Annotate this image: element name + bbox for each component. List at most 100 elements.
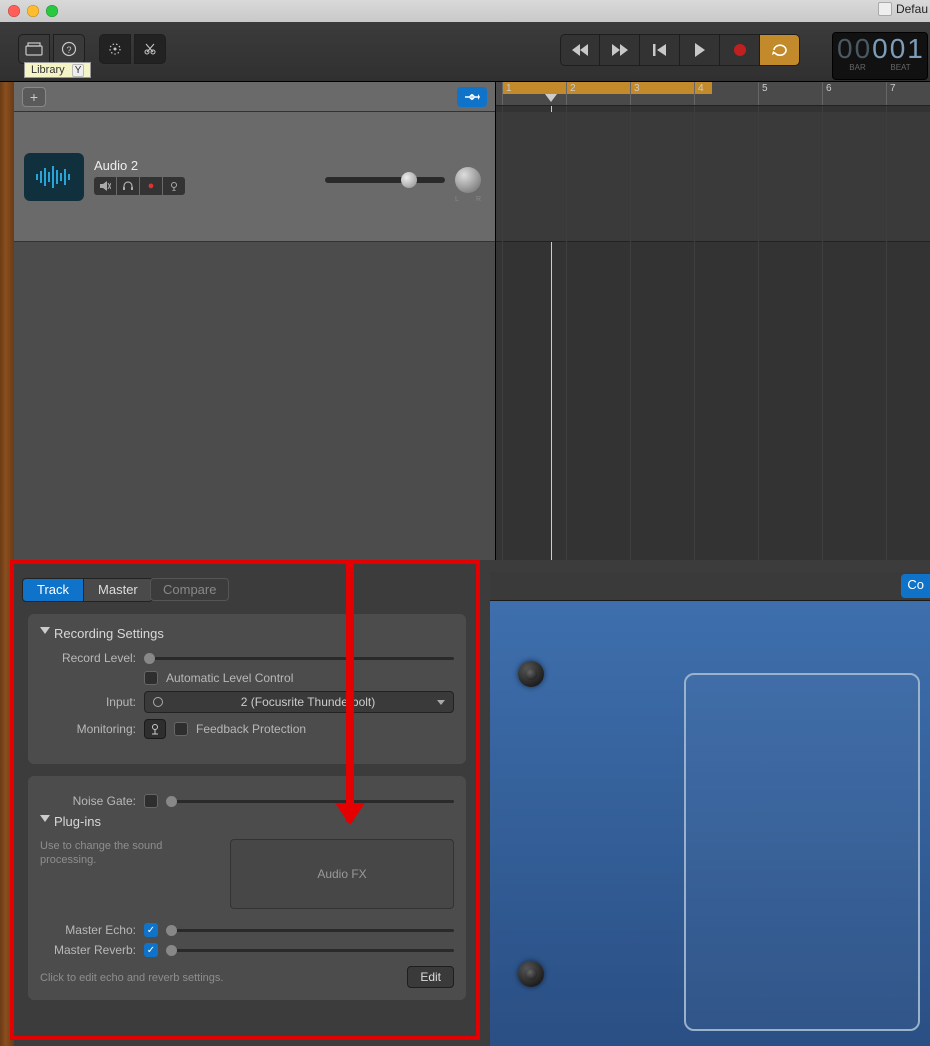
- edit-button[interactable]: Edit: [407, 966, 454, 988]
- slider-thumb[interactable]: [166, 945, 177, 956]
- track-list: + Audio 2: [14, 82, 496, 560]
- master-reverb-checkbox[interactable]: ✓: [144, 943, 158, 957]
- tooltip-label: Library: [31, 64, 65, 76]
- window-titlebar: Defau: [0, 0, 930, 22]
- record-level-slider[interactable]: [144, 657, 454, 660]
- auto-level-label: Automatic Level Control: [166, 671, 293, 685]
- lcd-beat-label: BEAT: [890, 63, 910, 72]
- plugin-rack: [490, 600, 930, 1046]
- slider-thumb[interactable]: [166, 796, 177, 807]
- audio-fx-slot[interactable]: Audio FX: [230, 839, 454, 909]
- svg-text:?: ?: [66, 45, 71, 55]
- inspector-pane: Track Master Compare Recording Settings …: [0, 560, 930, 1046]
- track-filter-button[interactable]: [457, 87, 487, 107]
- library-button[interactable]: [18, 34, 50, 64]
- track-type-icon: [24, 153, 84, 201]
- document-title-label: Defau: [896, 2, 928, 16]
- forward-button[interactable]: [600, 34, 640, 66]
- library-tooltip: Library Y: [24, 62, 91, 78]
- monitoring-label: Monitoring:: [40, 722, 136, 736]
- master-echo-checkbox[interactable]: ✓: [144, 923, 158, 937]
- slider-thumb[interactable]: [166, 925, 177, 936]
- document-icon: [878, 2, 892, 16]
- echo-reverb-hint: Click to edit echo and reverb settings.: [40, 972, 223, 984]
- screw-icon: [518, 661, 544, 687]
- input-monitor-button[interactable]: [163, 177, 185, 195]
- tab-master[interactable]: Master: [84, 578, 153, 602]
- input-value: 2 (Focusrite Thunderbolt): [171, 695, 445, 709]
- zoom-window-button[interactable]: [46, 5, 58, 17]
- cycle-region[interactable]: [502, 82, 712, 94]
- record-button[interactable]: [720, 34, 760, 66]
- headphone-button[interactable]: [117, 177, 139, 195]
- master-reverb-slider[interactable]: [166, 949, 454, 952]
- compare-button[interactable]: Compare: [150, 578, 229, 601]
- volume-thumb[interactable]: [401, 172, 417, 188]
- lcd-position: 001.4: [872, 33, 928, 64]
- plugins-panel: Noise Gate: Plug-ins Use to change the s…: [28, 776, 466, 1000]
- slider-thumb[interactable]: [144, 653, 155, 664]
- minimize-window-button[interactable]: [27, 5, 39, 17]
- noise-gate-label: Noise Gate:: [40, 794, 136, 808]
- timeline-ruler[interactable]: 1 2 3 4 5 6 7: [496, 82, 930, 106]
- tracklist-empty-area: [14, 242, 495, 560]
- input-label: Input:: [40, 695, 136, 709]
- track-row[interactable]: Audio 2 ● LR: [14, 112, 495, 242]
- record-icon: [734, 44, 746, 56]
- input-dropdown[interactable]: 2 (Focusrite Thunderbolt): [144, 691, 454, 713]
- timeline[interactable]: 1 2 3 4 5 6 7: [496, 82, 930, 560]
- tab-track[interactable]: Track: [22, 578, 84, 602]
- pan-right-label: R: [476, 196, 481, 203]
- ruler-tick: 7: [886, 82, 896, 105]
- ruler-tick: 5: [758, 82, 768, 105]
- play-button[interactable]: [680, 34, 720, 66]
- screw-icon: [518, 961, 544, 987]
- master-echo-slider[interactable]: [166, 929, 454, 932]
- inspector-tabs: Track Master: [22, 578, 153, 602]
- rewind-button[interactable]: [560, 34, 600, 66]
- monitoring-button[interactable]: [144, 719, 166, 739]
- record-enable-button[interactable]: ●: [140, 177, 162, 195]
- controls-button[interactable]: Co: [901, 574, 930, 598]
- noise-gate-checkbox[interactable]: [144, 794, 158, 808]
- add-track-button[interactable]: +: [22, 87, 46, 107]
- track-lane[interactable]: [496, 112, 930, 242]
- volume-slider[interactable]: [325, 177, 445, 183]
- quick-help-button[interactable]: ?: [53, 34, 85, 64]
- disclosure-triangle-icon: [40, 815, 50, 827]
- feedback-label: Feedback Protection: [196, 722, 306, 736]
- ruler-tick: 4: [694, 82, 704, 105]
- mute-button[interactable]: [94, 177, 116, 195]
- pan-knob[interactable]: LR: [455, 167, 481, 193]
- recording-settings-header[interactable]: Recording Settings: [40, 626, 454, 641]
- transport-controls: [560, 34, 800, 66]
- cycle-button[interactable]: [760, 34, 800, 66]
- noise-gate-slider[interactable]: [166, 800, 454, 803]
- pan-left-label: L: [455, 196, 459, 203]
- track-control-buttons: ●: [94, 177, 274, 195]
- toggle-toolset-button[interactable]: [99, 34, 131, 64]
- plugins-header[interactable]: Plug-ins: [40, 814, 454, 829]
- master-echo-label: Master Echo:: [40, 923, 136, 937]
- feedback-checkbox[interactable]: [174, 722, 188, 736]
- ruler-tick: 2: [566, 82, 576, 105]
- lcd-display[interactable]: 00001.4 BARBEAT: [832, 32, 928, 80]
- chevron-down-icon: [437, 700, 445, 709]
- scissors-tool-button[interactable]: [134, 34, 166, 64]
- window-controls: [8, 5, 58, 17]
- track-name-label[interactable]: Audio 2: [94, 158, 274, 173]
- plugin-toolbar: [490, 572, 930, 600]
- go-to-start-button[interactable]: [640, 34, 680, 66]
- input-channel-icon: [153, 697, 163, 707]
- disclosure-triangle-icon: [40, 627, 50, 639]
- arrange-area: + Audio 2: [0, 82, 930, 560]
- auto-level-checkbox[interactable]: [144, 671, 158, 685]
- left-wood-trim: [0, 82, 14, 560]
- recording-settings-panel: Recording Settings Record Level: Automat…: [28, 614, 466, 764]
- plugins-hint: Use to change the sound processing.: [40, 839, 200, 867]
- annotation-arrow: [346, 564, 354, 822]
- tooltip-shortcut: Y: [72, 64, 85, 77]
- plugin-empty-slot[interactable]: [684, 673, 920, 1031]
- close-window-button[interactable]: [8, 5, 20, 17]
- main-toolbar: ? 00001.4 BARBEAT: [0, 22, 930, 82]
